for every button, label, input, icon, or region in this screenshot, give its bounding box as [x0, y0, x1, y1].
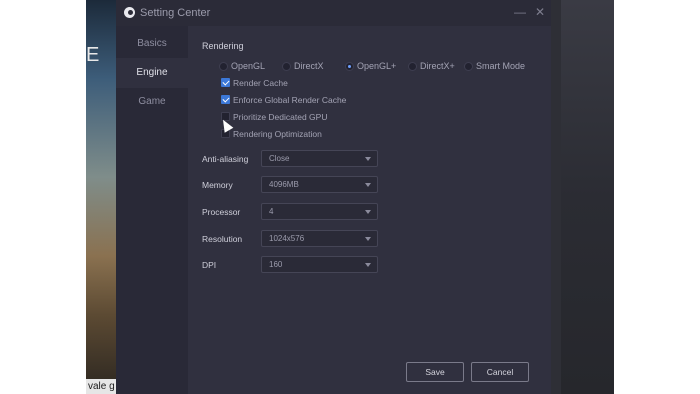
chevron-down-icon	[365, 157, 371, 161]
radio-label: DirectX+	[420, 61, 455, 71]
anti-aliasing-value: Close	[269, 154, 290, 163]
sidebar-item-engine[interactable]: Engine	[116, 58, 188, 88]
dpi-select[interactable]: 160	[261, 256, 378, 273]
memory-select[interactable]: 4096MB	[261, 176, 378, 193]
chevron-down-icon	[365, 183, 371, 187]
title-bar[interactable]: Setting Center — ✕	[116, 0, 551, 26]
prioritize-dedicated-gpu-label: Prioritize Dedicated GPU	[233, 112, 328, 122]
engine-settings-panel: Rendering OpenGL DirectX OpenGL+ DirectX…	[188, 26, 551, 394]
radio-label: OpenGL	[231, 61, 266, 71]
resolution-value: 1024x576	[269, 234, 305, 243]
setting-center-window: Setting Center — ✕ Basics Engine Game Re…	[116, 0, 551, 394]
render-cache-checkbox[interactable]	[221, 78, 230, 87]
app-logo-icon	[124, 7, 135, 18]
chevron-down-icon	[365, 210, 371, 214]
dpi-value: 160	[269, 260, 283, 269]
settings-sidebar: Basics Engine Game	[116, 26, 188, 394]
processor-label: Processor	[202, 207, 241, 217]
close-icon[interactable]: ✕	[532, 4, 548, 20]
radio-button[interactable]	[345, 62, 354, 71]
background-game-art: E vale g	[86, 0, 121, 394]
radio-button[interactable]	[219, 62, 228, 71]
minimize-icon[interactable]: —	[512, 4, 528, 20]
radio-label: Smart Mode	[476, 61, 526, 71]
radio-button[interactable]	[408, 62, 417, 71]
radio-button[interactable]	[464, 62, 473, 71]
save-button[interactable]: Save	[406, 362, 464, 382]
chevron-down-icon	[365, 237, 371, 241]
enforce-global-render-cache-checkbox[interactable]	[221, 95, 230, 104]
anti-aliasing-label: Anti-aliasing	[202, 154, 249, 164]
radio-label: DirectX	[294, 61, 324, 71]
resolution-select[interactable]: 1024x576	[261, 230, 378, 247]
background-partial-letter: E	[86, 44, 100, 66]
rendering-optimization-label: Rendering Optimization	[233, 129, 322, 139]
enforce-global-render-cache-label: Enforce Global Render Cache	[233, 95, 347, 105]
render-cache-label: Render Cache	[233, 78, 288, 88]
anti-aliasing-select[interactable]: Close	[261, 150, 378, 167]
processor-value: 4	[269, 207, 274, 216]
chevron-down-icon	[365, 263, 371, 267]
resolution-label: Resolution	[202, 234, 243, 244]
cancel-button[interactable]: Cancel	[471, 362, 529, 382]
memory-label: Memory	[202, 180, 233, 190]
sidebar-item-game[interactable]: Game	[116, 87, 188, 117]
processor-select[interactable]: 4	[261, 203, 378, 220]
memory-value: 4096MB	[269, 180, 299, 189]
window-title: Setting Center	[140, 7, 211, 19]
rendering-section-title: Rendering	[202, 41, 244, 51]
background-right-strip	[551, 0, 561, 394]
radio-label: OpenGL+	[357, 61, 397, 71]
sidebar-item-basics[interactable]: Basics	[116, 29, 188, 59]
dpi-label: DPI	[202, 260, 217, 270]
radio-button[interactable]	[282, 62, 291, 71]
